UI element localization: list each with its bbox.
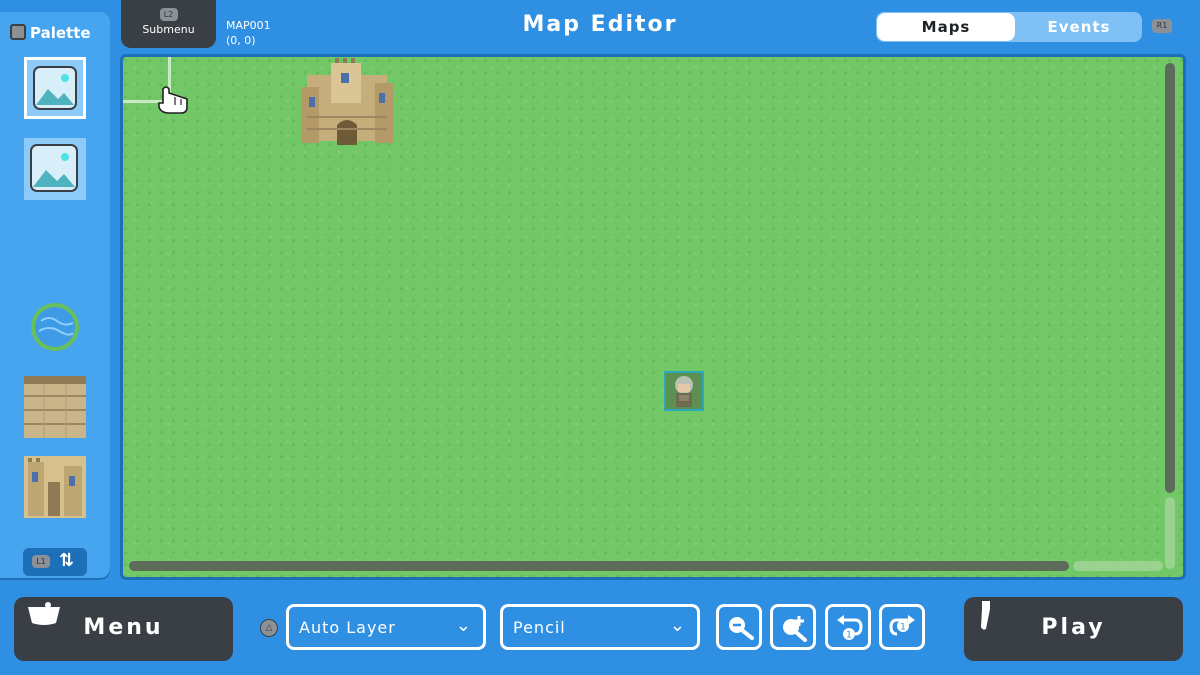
l1-badge: L1 [32, 555, 50, 568]
palette-tile-image-2[interactable] [24, 138, 86, 200]
stone-wall-icon [24, 376, 86, 438]
menu-button[interactable]: Menu [14, 597, 233, 661]
tool-select-value: Pencil [513, 618, 566, 637]
image-icon [30, 144, 78, 192]
map-id: MAP001 [226, 19, 271, 32]
palette-tile-water[interactable] [24, 296, 86, 358]
castle-icon [24, 456, 86, 518]
image-icon [33, 66, 77, 110]
map-info: MAP001 (0, 0) [226, 18, 271, 48]
svg-text:1: 1 [900, 623, 906, 633]
square-button-icon [10, 24, 26, 40]
cursor-coords: (0, 0) [226, 34, 256, 47]
undo-button[interactable]: 1 [825, 604, 871, 650]
r1-badge: R1 [1152, 19, 1172, 33]
layer-select[interactable]: Auto Layer ⌄ [286, 604, 486, 650]
page-title: Map Editor [522, 12, 678, 37]
menu-label: Menu [83, 615, 164, 640]
svg-text:1: 1 [846, 631, 852, 641]
palette-panel: Palette L1 ⇅ [0, 12, 110, 578]
l2-badge: L2 [159, 8, 178, 21]
chevron-down-icon: ⌄ [455, 615, 471, 636]
palette-swap-button[interactable]: L1 ⇅ [23, 548, 87, 576]
vertical-scroll-track[interactable] [1165, 497, 1175, 569]
character-sprite[interactable] [664, 371, 704, 411]
palette-tile-castle[interactable] [24, 456, 86, 518]
play-button[interactable]: Play [964, 597, 1183, 661]
zoom-in-icon [783, 616, 807, 642]
tab-events[interactable]: Events [1016, 12, 1142, 42]
chevron-down-icon: ⌄ [669, 615, 685, 636]
tab-maps[interactable]: Maps [877, 13, 1015, 41]
tool-select[interactable]: Pencil ⌄ [500, 604, 700, 650]
palette-tile-image-1[interactable] [24, 57, 86, 119]
vertical-scrollbar[interactable] [1165, 63, 1175, 493]
zoom-out-button[interactable] [716, 604, 762, 650]
zoom-out-icon [729, 617, 754, 640]
play-label: Play [1041, 615, 1106, 640]
palette-header: Palette [10, 24, 91, 42]
redo-button[interactable]: 1 [879, 604, 925, 650]
map-canvas[interactable] [120, 54, 1186, 580]
undo-icon: 1 [837, 615, 863, 641]
layer-select-value: Auto Layer [299, 618, 396, 637]
swap-icon: ⇅ [59, 550, 75, 571]
submenu-label: Submenu [142, 23, 195, 36]
castle-object[interactable] [301, 57, 393, 147]
submenu-button[interactable]: L2 Submenu [121, 0, 216, 48]
grass-ground [123, 57, 1183, 577]
palette-tile-stone-wall[interactable] [24, 376, 86, 438]
water-icon [31, 303, 79, 351]
palette-title: Palette [30, 24, 91, 42]
mode-tabs: Maps Events [876, 12, 1142, 42]
horizontal-scrollbar[interactable] [129, 561, 1069, 571]
triangle-button-icon: △ [260, 619, 278, 637]
redo-icon: 1 [889, 615, 915, 636]
pointer-hand-icon [158, 86, 188, 114]
horizontal-scroll-track[interactable] [1073, 561, 1163, 571]
zoom-in-button[interactable] [770, 604, 816, 650]
